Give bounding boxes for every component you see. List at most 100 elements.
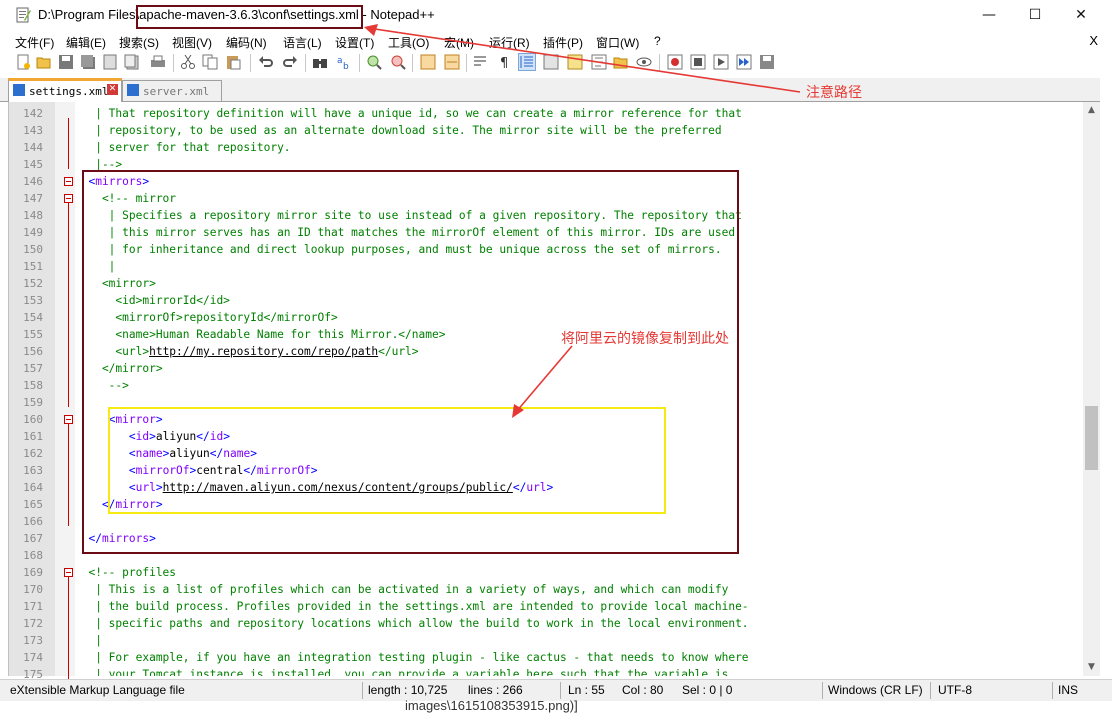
menu-encoding[interactable]: 编码(N)	[226, 34, 267, 51]
file-saved-icon	[13, 84, 25, 96]
line-number: 170	[23, 583, 43, 596]
line-number: 172	[23, 617, 43, 630]
title-path-highlight: apache-maven-3.6.3\conf\settings.xml	[139, 7, 359, 22]
line-number: 159	[23, 396, 43, 409]
fold-toggle-icon[interactable]	[64, 177, 73, 186]
path-note-arrow-icon	[364, 24, 801, 93]
line-number: 151	[23, 260, 43, 273]
line-number: 142	[23, 107, 43, 120]
status-length: length : 10,725	[368, 683, 448, 697]
cut-icon[interactable]	[180, 54, 196, 70]
line-number: 156	[23, 345, 43, 358]
menu-edit[interactable]: 编辑(E)	[66, 34, 106, 51]
code-line[interactable]: <url>http://maven.aliyun.com/nexus/conte…	[75, 479, 1075, 496]
line-number: 160	[23, 413, 43, 426]
replace-icon[interactable]: ab	[336, 54, 352, 72]
tab-settings-xml[interactable]: settings.xml ✕	[8, 78, 122, 104]
maximize-button[interactable]: ☐	[1012, 0, 1058, 31]
fold-toggle-icon[interactable]	[64, 568, 73, 577]
code-line[interactable]: </mirror>	[75, 496, 1075, 513]
line-number: 152	[23, 277, 43, 290]
menu-view[interactable]: 视图(V)	[172, 34, 212, 51]
line-number: 146	[23, 175, 43, 188]
code-line[interactable]: <id>mirrorId</id>	[75, 292, 1075, 309]
code-line[interactable]: | That repository definition will have a…	[75, 105, 1075, 122]
menu-search[interactable]: 搜索(S)	[119, 34, 159, 51]
tab-label: settings.xml	[29, 85, 109, 98]
notepadpp-icon	[15, 7, 31, 23]
code-line[interactable]: <!-- profiles	[75, 564, 1075, 581]
svg-text:b: b	[343, 62, 349, 70]
code-line[interactable]: | specific paths and repository location…	[75, 615, 1075, 632]
status-lines: lines : 266	[468, 683, 523, 697]
close-all-icon[interactable]	[124, 54, 140, 70]
redo-icon[interactable]	[282, 54, 298, 70]
find-icon[interactable]	[312, 54, 328, 70]
line-number: 144	[23, 141, 43, 154]
code-line[interactable]: <!-- mirror	[75, 190, 1075, 207]
code-line[interactable]: |-->	[75, 156, 1075, 173]
line-number: 165	[23, 498, 43, 511]
menu-language[interactable]: 语言(L)	[283, 34, 322, 51]
minimize-button[interactable]: —	[966, 0, 1012, 31]
fold-toggle-icon[interactable]	[64, 194, 73, 203]
vertical-scrollbar[interactable]: ▲ ▼	[1083, 102, 1100, 676]
code-line[interactable]: <mirrorOf>repositoryId</mirrorOf>	[75, 309, 1075, 326]
code-line[interactable]: <id>aliyun</id>	[75, 428, 1075, 445]
scroll-thumb[interactable]	[1085, 406, 1098, 470]
fold-guide	[68, 424, 69, 526]
line-number: 148	[23, 209, 43, 222]
code-line[interactable]: | the build process. Profiles provided i…	[75, 598, 1075, 615]
code-line[interactable]: | this mirror serves has an ID that matc…	[75, 224, 1075, 241]
line-number: 169	[23, 566, 43, 579]
save-icon[interactable]	[58, 54, 74, 70]
code-line[interactable]: | This is a list of profiles which can b…	[75, 581, 1075, 598]
code-line[interactable]: | server for that repository.	[75, 139, 1075, 156]
save-all-icon[interactable]	[80, 54, 96, 70]
file-saved-icon	[127, 84, 139, 96]
code-line[interactable]	[75, 547, 1075, 564]
open-file-icon[interactable]	[36, 54, 52, 70]
code-line[interactable]: <mirror>	[75, 275, 1075, 292]
background-window-edge	[1100, 78, 1112, 678]
fold-margin[interactable]	[55, 102, 75, 676]
code-line[interactable]: | for inheritance and direct lookup purp…	[75, 241, 1075, 258]
close-file-icon[interactable]	[102, 54, 118, 70]
new-file-icon[interactable]	[15, 54, 31, 70]
line-number: 145	[23, 158, 43, 171]
code-line[interactable]: <mirrors>	[75, 173, 1075, 190]
tab-server-xml[interactable]: server.xml	[122, 80, 222, 101]
code-line[interactable]: | your Tomcat instance is installed, you…	[75, 666, 1075, 676]
print-icon[interactable]	[150, 54, 166, 70]
close-button[interactable]: ✕	[1058, 0, 1104, 31]
code-line[interactable]: | For example, if you have an integratio…	[75, 649, 1075, 666]
paste-icon[interactable]	[225, 54, 241, 70]
background-page-text: images\1615108353915.png)]	[405, 698, 578, 713]
code-line[interactable]: |	[75, 258, 1075, 275]
copy-icon[interactable]	[202, 54, 218, 70]
code-line[interactable]: <mirrorOf>central</mirrorOf>	[75, 462, 1075, 479]
status-encoding: UTF-8	[938, 683, 972, 697]
status-eol: Windows (CR LF)	[828, 683, 923, 697]
tab-close-icon[interactable]: ✕	[107, 84, 118, 95]
line-number: 158	[23, 379, 43, 392]
scroll-down-icon[interactable]: ▼	[1083, 659, 1100, 676]
fold-toggle-icon[interactable]	[64, 415, 73, 424]
line-number: 163	[23, 464, 43, 477]
code-line[interactable]: </mirrors>	[75, 530, 1075, 547]
status-language: eXtensible Markup Language file	[10, 683, 185, 697]
code-line[interactable]: | Specifies a repository mirror site to …	[75, 207, 1075, 224]
fold-guide	[68, 203, 69, 407]
tab-label: server.xml	[143, 85, 210, 98]
status-col: Col : 80	[622, 683, 664, 697]
undo-icon[interactable]	[258, 54, 274, 70]
scroll-up-icon[interactable]: ▲	[1083, 102, 1100, 119]
code-line[interactable]: |	[75, 632, 1075, 649]
close-document-x[interactable]: X	[1089, 33, 1098, 48]
code-line[interactable]: <name>aliyun</name>	[75, 445, 1075, 462]
code-line[interactable]: | repository, to be used as an alternate…	[75, 122, 1075, 139]
line-number: 162	[23, 447, 43, 460]
code-line[interactable]	[75, 513, 1075, 530]
line-number: 150	[23, 243, 43, 256]
menu-file[interactable]: 文件(F)	[15, 34, 54, 51]
